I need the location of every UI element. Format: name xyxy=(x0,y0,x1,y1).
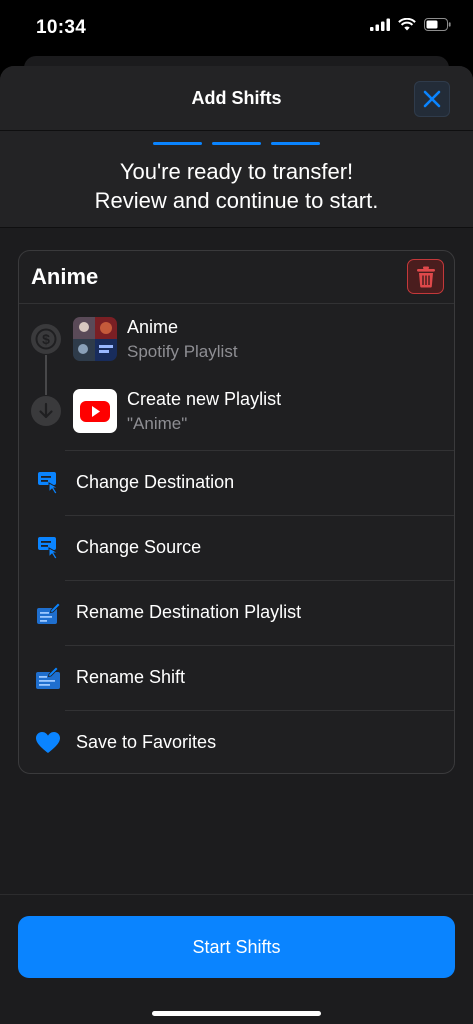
divider xyxy=(65,645,454,646)
status-icons xyxy=(370,18,451,31)
save-to-favorites-label: Save to Favorites xyxy=(76,732,217,752)
flow-connector xyxy=(45,355,47,395)
status-bar: 10:34 xyxy=(0,0,473,56)
trash-icon xyxy=(416,266,435,287)
change-destination-button[interactable]: Change Destination xyxy=(19,450,454,515)
source-playlist-name: Anime xyxy=(127,317,179,337)
status-time: 10:34 xyxy=(36,17,87,38)
shift-title: Anime xyxy=(31,264,99,289)
change-destination-label: Change Destination xyxy=(76,472,235,492)
change-destination-icon xyxy=(38,472,60,495)
rename-shift-icon xyxy=(36,666,60,689)
divider xyxy=(65,580,454,581)
ready-banner: You're ready to transfer! Review and con… xyxy=(0,131,473,228)
youtube-icon xyxy=(73,389,117,433)
step-progress xyxy=(0,142,473,145)
wifi-icon xyxy=(398,18,416,31)
change-source-label: Change Source xyxy=(76,537,202,557)
add-shifts-sheet: Add Shifts You're ready to transfer! Rev… xyxy=(0,66,473,1024)
rename-shift-button[interactable]: Rename Shift xyxy=(19,645,454,710)
step-indicator-1 xyxy=(153,142,202,145)
start-shifts-button[interactable]: Start Shifts xyxy=(18,916,455,978)
shift-card: Anime $ Anime Spotify Playlist Create ne… xyxy=(18,250,455,774)
close-button[interactable] xyxy=(414,81,450,117)
destination-step-icon xyxy=(31,396,61,426)
rename-playlist-icon xyxy=(37,602,61,624)
home-indicator xyxy=(152,1011,321,1016)
divider xyxy=(65,710,454,711)
divider xyxy=(65,515,454,516)
spotify-playlist-artwork xyxy=(73,317,117,361)
delete-shift-button[interactable] xyxy=(407,259,444,294)
step-indicator-3 xyxy=(271,142,320,145)
ready-message: You're ready to transfer! Review and con… xyxy=(0,157,473,215)
rename-shift-label: Rename Shift xyxy=(76,667,186,687)
ready-message-line2: Review and continue to start. xyxy=(94,188,379,213)
change-source-icon xyxy=(38,537,60,560)
heart-icon xyxy=(36,732,60,753)
svg-text:$: $ xyxy=(42,331,50,347)
footer-divider xyxy=(0,894,473,895)
sheet-header: Add Shifts xyxy=(0,66,473,131)
step-indicator-2 xyxy=(212,142,261,145)
shift-card-header: Anime xyxy=(19,251,454,304)
divider xyxy=(65,450,454,451)
battery-icon xyxy=(424,18,451,31)
source-playlist-type: Spotify Playlist xyxy=(127,342,238,361)
rename-destination-playlist-label: Rename Destination Playlist xyxy=(76,602,302,622)
close-icon xyxy=(423,90,441,108)
source-step-icon: $ xyxy=(31,324,61,354)
cellular-signal-icon xyxy=(370,18,390,31)
destination-playlist-name: "Anime" xyxy=(127,414,188,433)
rename-destination-playlist-button[interactable]: Rename Destination Playlist xyxy=(19,580,454,645)
sheet-title: Add Shifts xyxy=(191,88,282,108)
save-to-favorites-button[interactable]: Save to Favorites xyxy=(19,710,454,773)
ready-message-line1: You're ready to transfer! xyxy=(119,159,354,184)
change-source-button[interactable]: Change Source xyxy=(19,515,454,580)
destination-playlist-action: Create new Playlist xyxy=(127,389,282,409)
